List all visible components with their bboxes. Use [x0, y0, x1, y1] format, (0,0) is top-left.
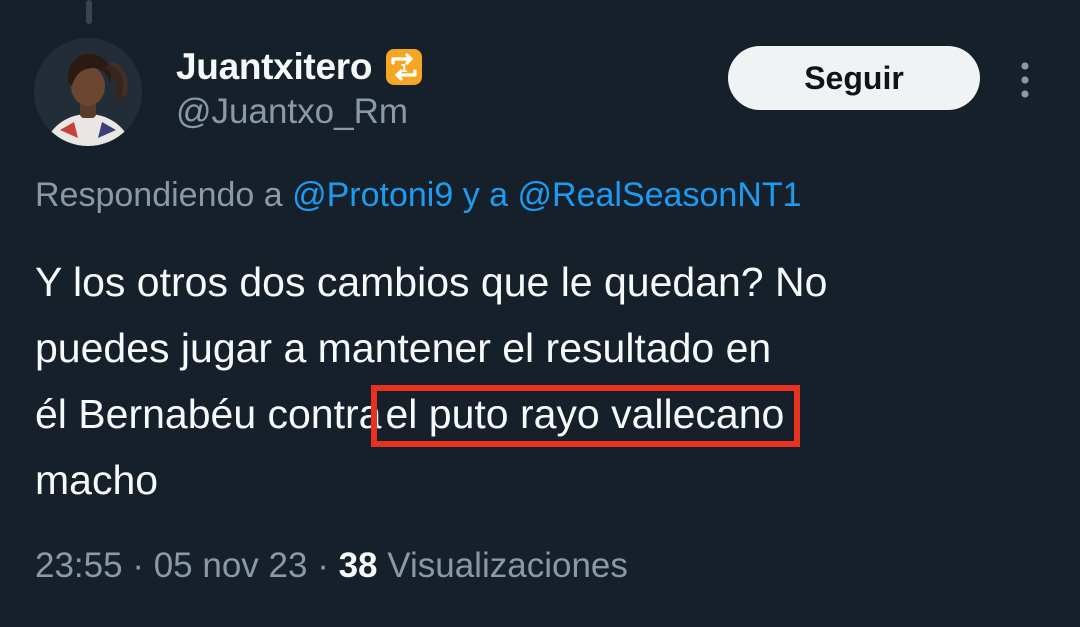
tweet-text-segment: él Bernabéu contra — [35, 391, 382, 437]
follow-button[interactable]: Seguir — [728, 46, 980, 110]
tweet-text-line: puedes jugar a mantener el resultado en — [35, 325, 772, 371]
svg-text:1: 1 — [400, 62, 408, 75]
author-display-name[interactable]: Juantxitero — [176, 46, 372, 88]
author-handle[interactable]: @Juantxo_Rm — [176, 92, 408, 132]
retweet-one-badge-icon: 1 — [384, 47, 424, 87]
tweet-text: Y los otros dos cambios que le quedan? N… — [35, 249, 1035, 513]
tweet-text-line: macho — [35, 457, 159, 503]
highlighted-phrase: el puto rayo vallecano — [371, 385, 801, 447]
replying-to-label: Respondiendo a — [35, 176, 283, 214]
author-name-row: Juantxitero 1 — [176, 42, 424, 92]
replying-to-line: Respondiendo a @Protoni9 y a @RealSeason… — [35, 176, 802, 215]
replying-to-connector: y a — [462, 176, 509, 214]
avatar[interactable] — [34, 38, 142, 146]
tweet-metadata: 23:55 · 05 nov 23 · 38 Visualizaciones — [35, 546, 628, 586]
vertical-ellipsis-icon[interactable] — [1008, 58, 1042, 102]
mention-link-realseasonnt1[interactable]: @RealSeasonNT1 — [518, 176, 802, 214]
tweet-text-line: él Bernabéu contrael puto rayo vallecano — [35, 381, 1035, 447]
views-count[interactable]: 38 — [339, 546, 378, 585]
avatar-image — [34, 38, 142, 146]
tweet-date[interactable]: 05 nov 23 — [154, 546, 308, 585]
tweet-time[interactable]: 23:55 — [35, 546, 123, 585]
tweet-text-line: Y los otros dos cambios que le quedan? N… — [35, 259, 828, 305]
views-label[interactable]: Visualizaciones — [387, 546, 628, 585]
meta-separator: · — [132, 546, 144, 585]
thread-connector-line — [86, 0, 92, 24]
mention-link-protoni9[interactable]: @Protoni9 — [292, 176, 453, 214]
meta-separator: · — [317, 546, 329, 585]
